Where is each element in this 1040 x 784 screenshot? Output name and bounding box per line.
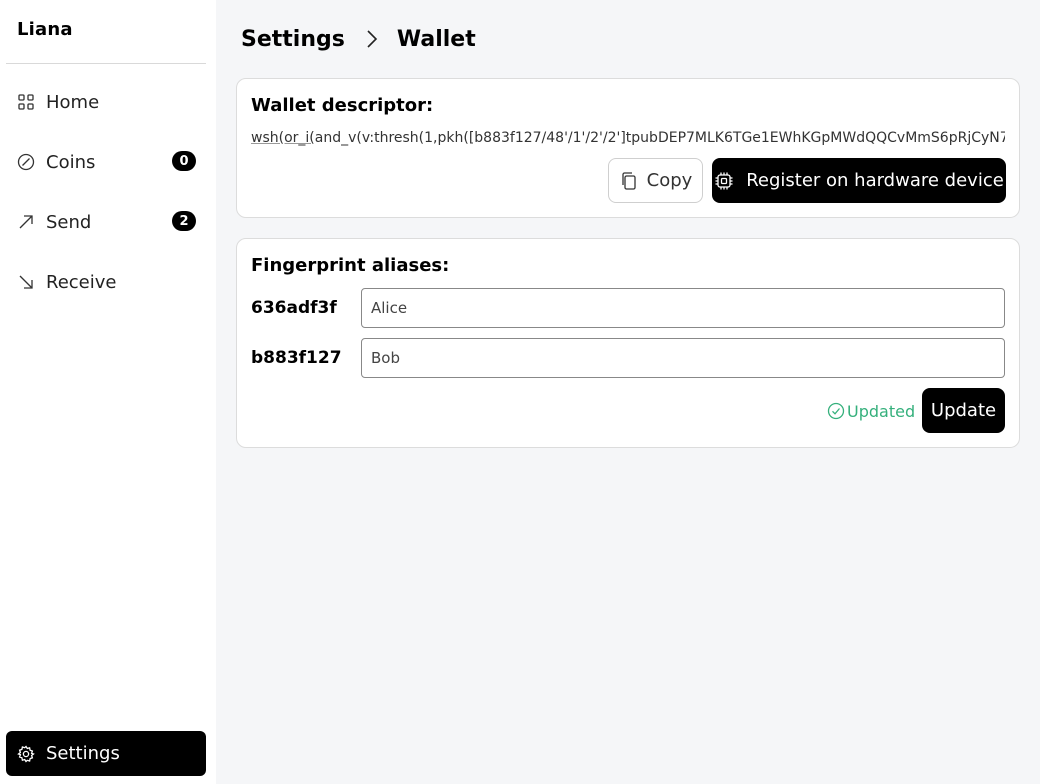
sidebar-item-home[interactable]: Home bbox=[6, 80, 206, 124]
wallet-descriptor-text: wsh(or_i(and_v(v:thresh(1,pkh([b883f127/… bbox=[251, 130, 1005, 146]
chevron-right-icon bbox=[365, 28, 379, 50]
copy-button[interactable]: Copy bbox=[608, 158, 703, 203]
sidebar-item-label: Settings bbox=[46, 743, 120, 764]
updated-status-label: Updated bbox=[847, 401, 916, 421]
check-circle-icon bbox=[827, 402, 845, 420]
app-name: Liana bbox=[17, 19, 73, 40]
alias-input-636adf3f[interactable] bbox=[361, 288, 1005, 328]
fingerprint-aliases-title: Fingerprint aliases: bbox=[251, 255, 450, 276]
arrow-up-right-icon bbox=[17, 213, 35, 231]
copy-button-label: Copy bbox=[646, 170, 693, 191]
wallet-descriptor-card: Wallet descriptor: wsh(or_i(and_v(v:thre… bbox=[236, 78, 1020, 218]
chip-icon bbox=[715, 172, 733, 189]
sidebar-item-send[interactable]: Send 2 bbox=[6, 200, 206, 244]
updated-status: Updated bbox=[827, 398, 915, 424]
register-on-hardware-device-button[interactable]: Register on hardware device bbox=[712, 158, 1006, 203]
sidebar-item-settings[interactable]: Settings bbox=[6, 731, 206, 776]
sidebar-item-label: Coins bbox=[46, 151, 96, 173]
sidebar-item-coins[interactable]: Coins 0 bbox=[6, 140, 206, 184]
descriptor-rest: and_v(v:thresh(1,pkh([b883f127/48'/1'/2'… bbox=[314, 130, 1005, 146]
fingerprint-label: b883f127 bbox=[251, 348, 342, 368]
gear-icon bbox=[17, 744, 35, 763]
sidebar-item-label: Home bbox=[46, 91, 100, 113]
breadcrumb-settings-link[interactable]: Settings bbox=[241, 27, 345, 52]
update-button[interactable]: Update bbox=[922, 388, 1005, 433]
send-count-badge: 2 bbox=[172, 211, 196, 231]
breadcrumb: Settings Wallet bbox=[241, 24, 476, 54]
coin-icon bbox=[17, 153, 35, 171]
sidebar-item-receive[interactable]: Receive bbox=[6, 260, 206, 304]
fingerprint-aliases-card: Fingerprint aliases: 636adf3f b883f127 U… bbox=[236, 238, 1020, 448]
copy-icon bbox=[622, 171, 636, 190]
sidebar-item-label: Send bbox=[46, 211, 92, 233]
wallet-descriptor-title: Wallet descriptor: bbox=[251, 95, 434, 116]
sidebar-divider bbox=[6, 63, 206, 64]
fingerprint-label: 636adf3f bbox=[251, 298, 337, 318]
arrow-down-right-icon bbox=[17, 273, 35, 291]
sidebar-item-label: Receive bbox=[46, 271, 117, 293]
sidebar: Liana Home Coins 0 Send 2 Receive Settin… bbox=[0, 0, 216, 784]
alias-input-b883f127[interactable] bbox=[361, 338, 1005, 378]
breadcrumb-current: Wallet bbox=[396, 26, 476, 52]
descriptor-prefix: wsh(or_i( bbox=[251, 130, 315, 146]
register-button-label: Register on hardware device bbox=[746, 170, 1004, 191]
coins-count-badge: 0 bbox=[172, 151, 196, 171]
grid-icon bbox=[17, 93, 35, 111]
